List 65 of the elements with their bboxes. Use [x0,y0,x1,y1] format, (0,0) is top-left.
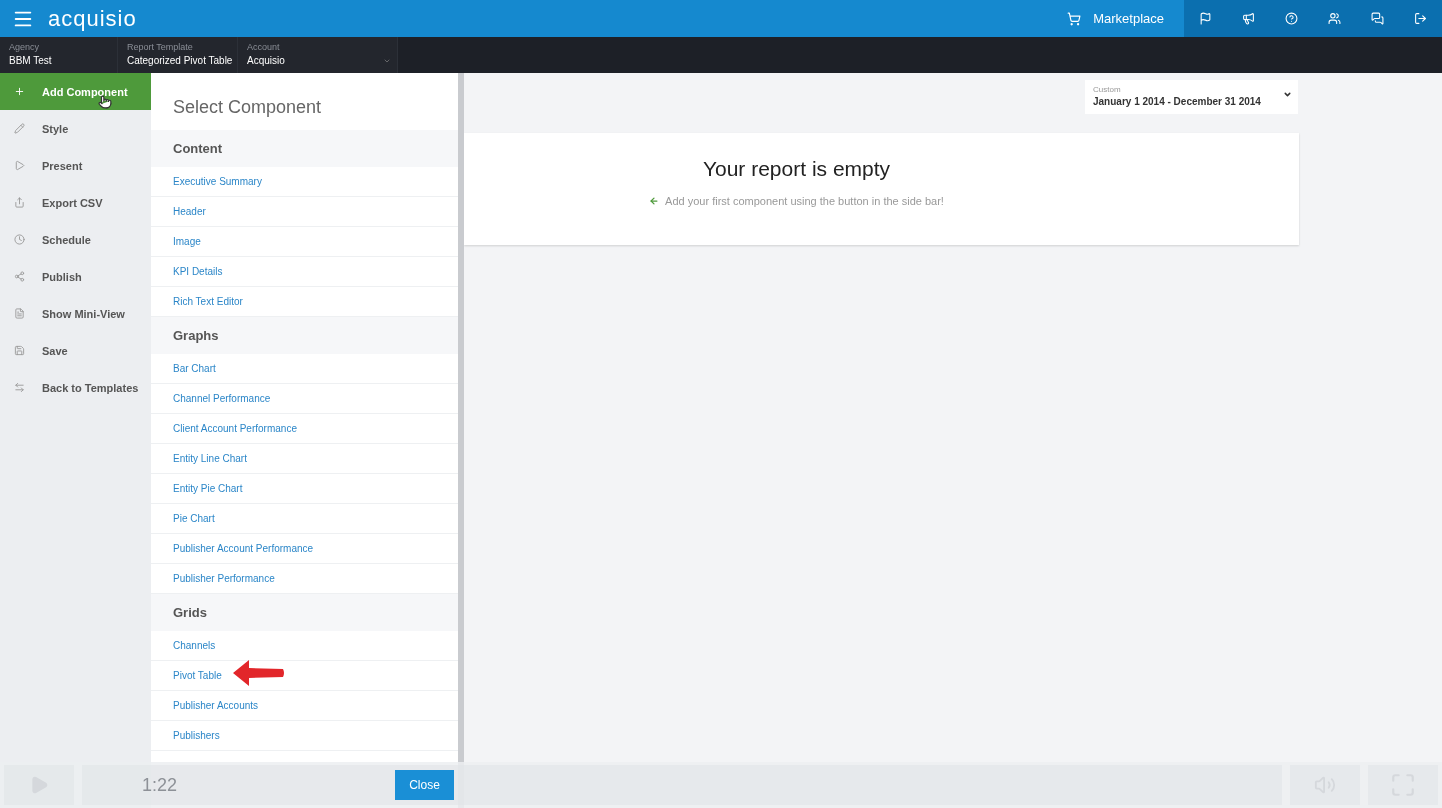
component-link[interactable]: Pie Chart [151,504,458,534]
selector-label: Report Template [127,42,194,52]
sidebar-icon [14,160,25,171]
sidebar-item[interactable]: Back to Templates [0,369,151,406]
section-title: Content [151,130,458,167]
panel-title: Select Component [172,96,323,119]
component-link[interactable]: Image [151,227,458,257]
sidebar-icon [14,308,25,319]
users-icon[interactable] [1328,12,1341,25]
component-link[interactable]: Executive Summary [151,167,458,197]
sidebar-item[interactable]: Export CSV [0,184,151,221]
component-link[interactable]: Entity Line Chart [151,444,458,474]
context-selector[interactable]: Account Acquisio [238,37,398,73]
component-link[interactable]: Bar Chart [151,354,458,384]
sidebar-icon [14,86,25,97]
sidebar-item[interactable]: Add Component [0,73,151,110]
selector-value: Acquisio [247,55,285,66]
sidebar-icon [14,271,25,282]
cart-icon [1067,11,1082,26]
selector-label: Account [247,42,281,52]
component-link[interactable]: Publisher Accounts [151,691,458,721]
pointer-arrow-icon [231,657,285,689]
logout-icon[interactable] [1414,12,1427,25]
megaphone-icon[interactable] [1242,12,1255,25]
sidebar-icon [14,382,25,393]
context-selector[interactable]: Report Template Categorized Pivot Table [118,37,238,73]
sidebar-item[interactable]: Save [0,332,151,369]
video-time: 1:22 [142,774,178,796]
sidebar-item[interactable]: Style [0,110,151,147]
sidebar-icon [14,345,25,356]
sidebar-icon [14,234,25,245]
component-link[interactable]: KPI Details [151,257,458,287]
help-icon[interactable] [1285,12,1298,25]
sidebar-item[interactable]: Schedule [0,221,151,258]
component-link[interactable]: Header [151,197,458,227]
date-range-value: January 1 2014 - December 31 2014 [1093,96,1262,107]
component-link[interactable]: Channel Performance [151,384,458,414]
selector-label: Agency [9,42,41,52]
date-range-picker[interactable]: Custom January 1 2014 - December 31 2014 [1085,80,1298,114]
app-logo: acquisio [48,5,137,32]
close-button[interactable]: Close [395,770,454,800]
sidebar-item[interactable]: Publish [0,258,151,295]
section-title: Graphs [151,317,458,354]
dropdown-caret-icon [1283,90,1292,99]
context-selector[interactable]: Agency BBM Test [0,37,118,73]
component-link[interactable]: Publisher Account Performance [151,534,458,564]
sidebar-icon [14,123,25,134]
component-link[interactable]: Publishers [151,721,458,751]
selector-value: BBM Test [9,55,52,66]
flag-icon[interactable] [1199,12,1212,25]
sidebar-item[interactable]: Present [0,147,151,184]
empty-report-hint: Add your first component using the button in the side bar! [665,195,944,207]
sidebar-icon [14,197,25,208]
component-link[interactable]: Channels [151,631,458,661]
chat-icon[interactable] [1371,12,1384,25]
section-title: Grids [151,594,458,631]
dropdown-caret-icon [383,57,391,65]
empty-report-title: Your report is empty [702,157,891,181]
selector-value: Categorized Pivot Table [127,55,233,66]
component-link[interactable]: Entity Pie Chart [151,474,458,504]
date-range-label: Custom [1093,85,1122,94]
arrow-left-icon [649,196,660,206]
sidebar-item[interactable]: Show Mini-View [0,295,151,332]
component-link[interactable]: Client Account Performance [151,414,458,444]
marketplace-link[interactable]: Marketplace [1055,0,1184,37]
